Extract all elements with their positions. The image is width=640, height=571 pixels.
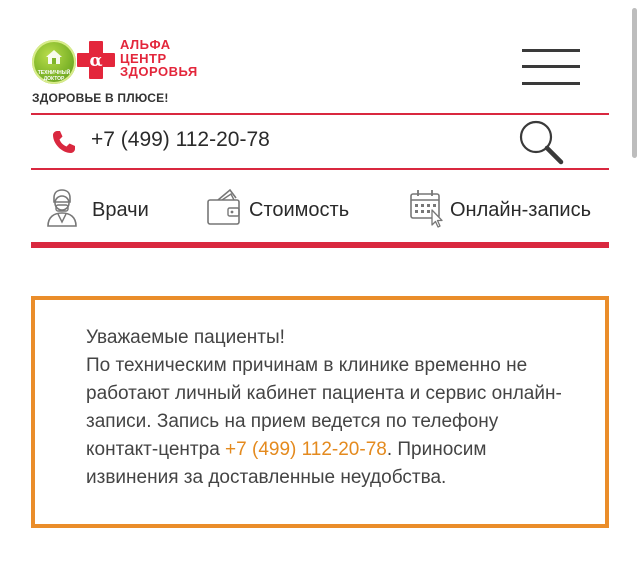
nav-item-online-booking[interactable]: Онлайн-запись <box>409 186 609 230</box>
notice-box: Уважаемые пациенты! По техническим причи… <box>31 296 609 528</box>
nav-item-doctors[interactable]: Врачи <box>45 186 185 230</box>
phone-link[interactable]: +7 (499) 112-20-78 <box>91 128 270 152</box>
hamburger-menu-icon[interactable] <box>522 49 580 85</box>
nav-label-online-booking: Онлайн-запись <box>450 199 591 221</box>
partner-badge-text: ТЕХНИЧНЫЙ ДОКТОР <box>37 70 71 82</box>
house-icon <box>46 50 62 64</box>
brand-name-line-2: ЦЕНТР <box>120 50 167 66</box>
hamburger-line <box>522 49 580 52</box>
brand-tagline: ЗДОРОВЬЕ В ПЛЮСЕ! <box>32 91 169 105</box>
site-header: ТЕХНИЧНЫЙ ДОКТОР α АЛЬФА ЦЕНТР ЗДОРОВЬЯ … <box>0 0 640 112</box>
nav-item-prices[interactable]: Стоимость <box>206 186 376 230</box>
scrollbar[interactable] <box>632 8 637 158</box>
clinic-logo[interactable]: ТЕХНИЧНЫЙ ДОКТОР α АЛЬФА ЦЕНТР ЗДОРОВЬЯ <box>32 38 232 88</box>
notice-phone-link[interactable]: +7 (499) 112-20-78 <box>225 439 387 460</box>
hamburger-line <box>522 82 580 85</box>
wallet-icon <box>207 188 240 225</box>
main-nav: Врачи Стоимость Онлайн-запись <box>31 180 609 236</box>
notice-text: Уважаемые пациенты! По техническим причи… <box>86 324 566 492</box>
brand-name: АЛЬФА ЦЕНТР ЗДОРОВЬЯ <box>120 38 198 79</box>
nav-label-doctors: Врачи <box>92 199 149 221</box>
phone-icon <box>53 131 75 153</box>
medical-cross-icon: α <box>77 41 115 79</box>
doctor-icon <box>47 189 77 227</box>
nav-label-prices: Стоимость <box>249 199 350 221</box>
hamburger-line <box>522 65 580 68</box>
divider-middle <box>31 168 609 170</box>
cross-letter: α <box>89 51 102 71</box>
partner-badge-icon: ТЕХНИЧНЫЙ ДОКТОР <box>32 40 76 84</box>
calendar-icon <box>410 190 443 228</box>
contact-row: +7 (499) 112-20-78 <box>31 116 609 168</box>
brand-name-line-1: АЛЬФА <box>120 37 171 52</box>
page: ТЕХНИЧНЫЙ ДОКТОР α АЛЬФА ЦЕНТР ЗДОРОВЬЯ … <box>0 0 640 571</box>
divider-top <box>31 113 609 115</box>
notice-greeting: Уважаемые пациенты! <box>86 327 285 348</box>
brand-name-line-3: ЗДОРОВЬЯ <box>120 64 198 79</box>
search-icon[interactable] <box>515 116 565 166</box>
nav-underline <box>31 242 609 248</box>
